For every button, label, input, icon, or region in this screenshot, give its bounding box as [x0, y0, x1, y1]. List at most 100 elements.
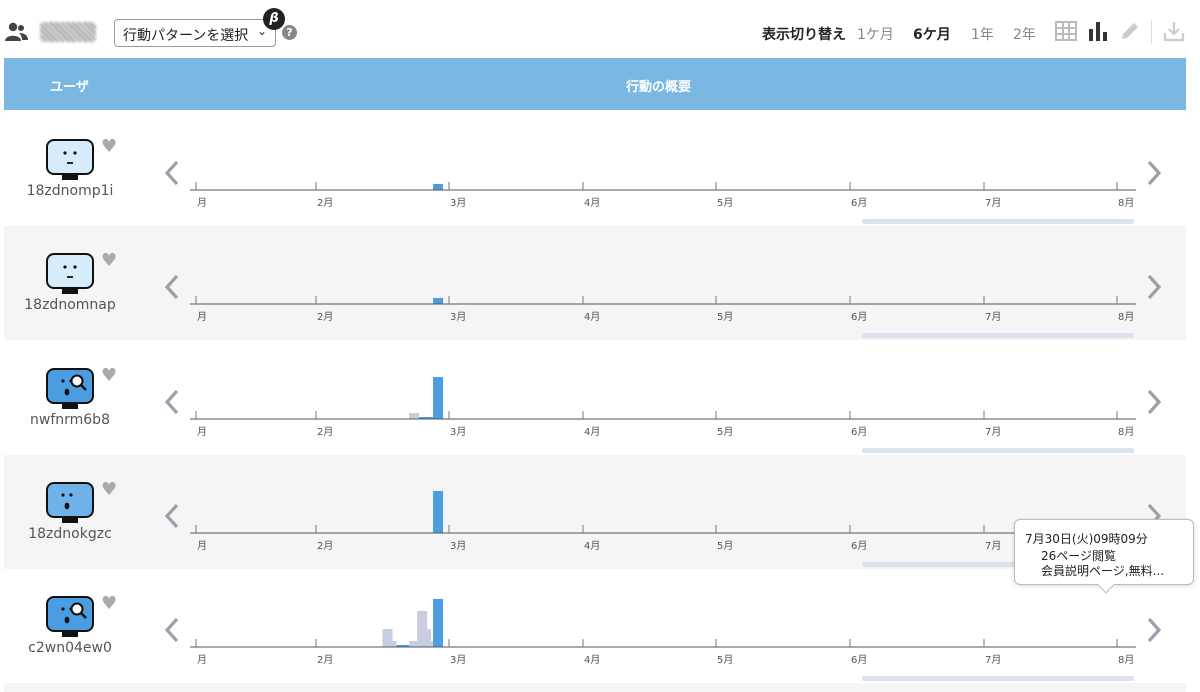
activity-tooltip: 7月30日(火)09時09分 26ページ閲覧 会員説明ページ,無料... — [1014, 519, 1194, 594]
x-tick-label: 7月 — [985, 654, 1001, 666]
help-icon[interactable]: ? — [282, 25, 297, 40]
user-avatar-icon — [46, 139, 94, 180]
x-tick-label: 4月 — [584, 654, 600, 666]
favorite-heart-icon[interactable]: ♥ — [101, 136, 117, 157]
next-row-partial — [4, 683, 1186, 692]
activity-bar[interactable] — [433, 599, 444, 647]
tooltip-item: 26ページ閲覧 — [1041, 549, 1185, 564]
activity-chart: 月 2月 3月 4月 5月 6月 7月 8月 — [190, 377, 1136, 453]
x-tick-label: 6月 — [851, 311, 867, 323]
x-tick-label: 5月 — [717, 654, 733, 666]
download-icon[interactable] — [1163, 20, 1185, 42]
chart-scrollbar[interactable] — [862, 333, 1134, 338]
x-tick-label: 6月 — [851, 540, 867, 552]
activity-bar[interactable] — [386, 641, 397, 647]
top-toolbar: 行動パターンを選択 ⌄ β ? 表示切り替え 1ケ月 6ケ月 1年 2年 — [0, 0, 1200, 58]
username[interactable]: nwfnrm6b8 — [4, 412, 136, 428]
table-header: ユーザ 行動の概要 — [4, 58, 1186, 110]
x-tick-label: 8月 — [1118, 311, 1134, 323]
username[interactable]: 18zdnomp1i — [4, 183, 136, 199]
activity-bar[interactable] — [409, 413, 420, 419]
activity-chart: 月2月3月4月5月6月7月8月 — [190, 599, 1136, 681]
beta-badge: β — [263, 8, 285, 30]
x-tick-label: 7月 — [985, 197, 1001, 209]
chart-scrollbar[interactable] — [862, 676, 1134, 681]
tooltip-item: 会員説明ページ,無料... — [1041, 564, 1185, 579]
pencil-icon[interactable] — [1119, 20, 1141, 42]
activity-chart: 月2月3月4月5月6月7月8月 — [190, 491, 1136, 567]
x-tick-label: 月 — [197, 311, 207, 323]
activity-chart: 月 2月 3月 4月 5月 6月 7月 8月 — [190, 182, 1136, 224]
x-tick-label: 2月 — [317, 426, 333, 438]
favorite-heart-icon[interactable]: ♥ — [101, 365, 117, 386]
x-tick-label: 3月 — [450, 197, 466, 209]
activity-bar[interactable] — [433, 184, 444, 190]
x-tick-label: 月 — [197, 654, 207, 666]
x-tick-label: 6月 — [851, 426, 867, 438]
favorite-heart-icon[interactable]: ♥ — [101, 593, 117, 614]
x-tick-label: 2月 — [317, 540, 333, 552]
chevron-left-icon[interactable] — [162, 615, 182, 645]
x-tick-label: 4月 — [584, 311, 600, 323]
chevron-left-icon[interactable] — [162, 387, 182, 417]
activity-bar[interactable] — [433, 298, 444, 304]
display-switch-label: 表示切り替え — [762, 27, 846, 43]
x-tick-label: 3月 — [450, 426, 466, 438]
chevron-right-icon[interactable] — [1144, 272, 1164, 302]
x-tick-label: 5月 — [717, 540, 733, 552]
chevron-left-icon[interactable] — [162, 501, 182, 531]
users-icon — [5, 22, 28, 41]
x-tick-label: 6月 — [851, 197, 867, 209]
x-tick-label: 3月 — [450, 654, 466, 666]
x-tick-label: 8月 — [1118, 426, 1134, 438]
pattern-select-label: 行動パターンを選択 — [123, 28, 249, 44]
x-tick-label: 3月 — [450, 311, 466, 323]
x-tick-label: 2月 — [317, 197, 333, 209]
period-1-month[interactable]: 1ケ月 — [857, 24, 894, 44]
chart-scrollbar[interactable] — [862, 219, 1134, 224]
toolbar-divider — [1151, 20, 1152, 44]
activity-bar[interactable] — [433, 377, 444, 419]
x-tick-label: 7月 — [985, 540, 1001, 552]
user-row: ♥ 18zdnomnap 月 2月 3月 4月 5月 6月 7月 8月 — [4, 226, 1186, 340]
period-6-months[interactable]: 6ケ月 — [913, 24, 951, 44]
x-tick-label: 4月 — [584, 540, 600, 552]
x-tick-label: 7月 — [985, 426, 1001, 438]
user-avatar-icon — [46, 596, 94, 637]
x-tick-label: 6月 — [851, 654, 867, 666]
chevron-left-icon[interactable] — [162, 272, 182, 302]
username[interactable]: 18zdnokgzc — [4, 526, 136, 542]
x-tick-label: 2月 — [317, 311, 333, 323]
x-tick-label: 5月 — [717, 426, 733, 438]
activity-bar[interactable] — [433, 491, 444, 533]
x-tick-label: 4月 — [584, 426, 600, 438]
x-tick-label: 8月 — [1118, 654, 1134, 666]
table-view-icon[interactable] — [1055, 20, 1077, 42]
behavior-pattern-select[interactable]: 行動パターンを選択 ⌄ — [114, 19, 276, 47]
x-tick-label: 5月 — [717, 197, 733, 209]
period-1-year[interactable]: 1年 — [971, 24, 994, 44]
username[interactable]: 18zdnomnap — [4, 297, 136, 313]
chevron-right-icon[interactable] — [1144, 158, 1164, 188]
period-2-years[interactable]: 2年 — [1013, 24, 1036, 44]
user-avatar-icon — [46, 253, 94, 294]
user-avatar-icon — [46, 482, 94, 523]
x-tick-label: 月 — [197, 540, 207, 552]
user-row: ♥ nwfnrm6b8 月 2月 3月 4月 5月 6月 7月 8月 — [4, 341, 1186, 455]
bar-chart-view-icon[interactable] — [1087, 20, 1109, 42]
chevron-right-icon[interactable] — [1144, 615, 1164, 645]
x-tick-label: 月 — [197, 197, 207, 209]
user-row: ♥18zdnokgzc月2月3月4月5月6月7月8月 — [4, 455, 1186, 569]
chevron-right-icon[interactable] — [1144, 387, 1164, 417]
x-tick-label: 月 — [197, 426, 207, 438]
x-tick-label: 8月 — [1118, 197, 1134, 209]
chart-scrollbar[interactable] — [862, 448, 1134, 453]
favorite-heart-icon[interactable]: ♥ — [101, 250, 117, 271]
activity-chart: 月2月3月4月5月6月7月8月 — [190, 296, 1136, 338]
header-user: ユーザ — [50, 80, 89, 95]
favorite-heart-icon[interactable]: ♥ — [101, 479, 117, 500]
x-tick-label: 4月 — [584, 197, 600, 209]
chevron-left-icon[interactable] — [162, 158, 182, 188]
username[interactable]: c2wn04ew0 — [4, 640, 136, 656]
x-tick-label: 7月 — [985, 311, 1001, 323]
